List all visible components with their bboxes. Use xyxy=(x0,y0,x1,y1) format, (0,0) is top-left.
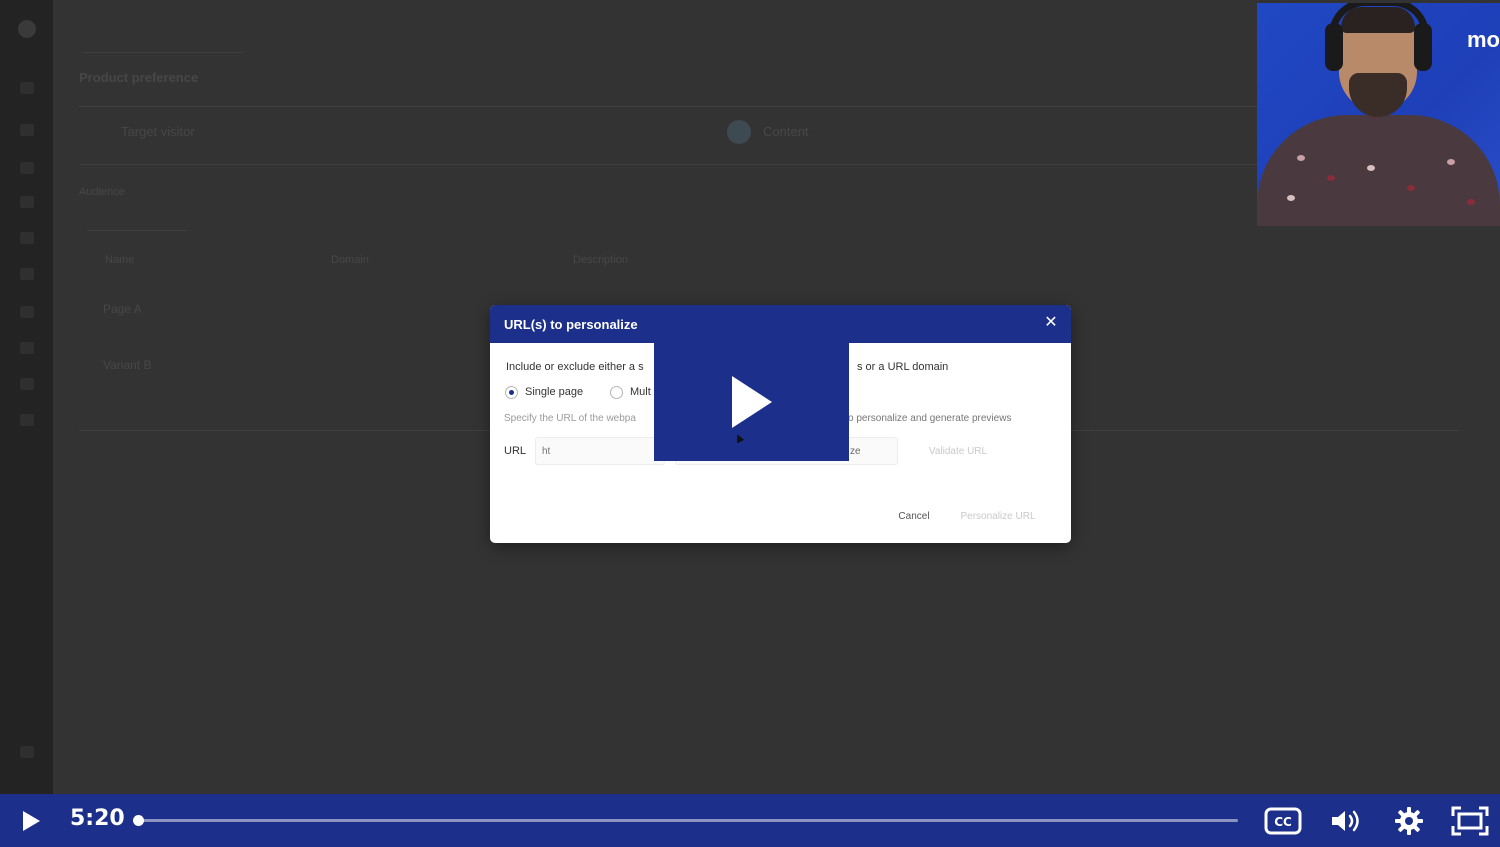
cancel-button[interactable]: Cancel xyxy=(888,505,940,527)
big-play-button[interactable] xyxy=(654,342,849,461)
table-row: Variant B xyxy=(103,358,152,372)
play-icon xyxy=(731,375,772,428)
option-content: Content xyxy=(763,124,809,139)
brand-text: mo xyxy=(1467,27,1500,52)
search-icon xyxy=(20,82,34,94)
play-icon xyxy=(23,811,40,831)
shirt-pattern xyxy=(1447,159,1455,165)
target-icon xyxy=(20,268,34,280)
gear-icon xyxy=(1395,807,1423,835)
validate-url-button[interactable]: Validate URL xyxy=(908,437,1008,465)
close-icon[interactable]: ✕ xyxy=(1042,314,1060,332)
url-label: URL xyxy=(504,445,527,457)
url-hint: Specify the URL of the webpa xyxy=(504,413,636,424)
collapse-icon xyxy=(20,746,34,758)
shirt-pattern xyxy=(1287,195,1295,201)
video-player[interactable]: Product preference Target visitor Conten… xyxy=(0,0,1500,847)
list-icon xyxy=(20,414,34,426)
content-avatar-icon xyxy=(727,120,751,144)
dialog-header: URL(s) to personalize ✕ xyxy=(490,305,1071,343)
folder-icon xyxy=(20,124,34,136)
progress-bar[interactable] xyxy=(133,815,1238,826)
table-header: Domain xyxy=(331,254,369,266)
dialog-title: URL(s) to personalize xyxy=(504,317,638,332)
volume-icon xyxy=(1332,810,1359,832)
multiple-pages-radio[interactable] xyxy=(610,386,623,399)
headphone-right xyxy=(1414,23,1432,71)
app-logo-icon xyxy=(18,20,36,38)
presenter-webcam: mo xyxy=(1257,3,1500,226)
section-title: Product preference xyxy=(79,70,199,85)
dialog-description: Include or exclude either a s xyxy=(506,361,644,373)
divider xyxy=(79,164,1459,165)
divider xyxy=(83,52,243,53)
tag-icon xyxy=(20,378,34,390)
shirt-pattern xyxy=(1467,199,1475,205)
divider xyxy=(79,106,1459,107)
calendar-icon xyxy=(20,232,34,244)
play-button[interactable] xyxy=(12,802,50,840)
dialog-description-end: s or a URL domain xyxy=(857,361,949,373)
single-page-label: Single page xyxy=(525,386,584,398)
table-header: Name xyxy=(105,254,135,266)
app-left-rail xyxy=(0,0,53,794)
table-row: Page A xyxy=(103,302,142,316)
shirt-pattern xyxy=(1367,165,1375,171)
send-icon xyxy=(20,306,34,318)
sub-heading: Audience xyxy=(79,186,125,198)
player-control-bar: 5:20 CC xyxy=(0,794,1500,847)
document-icon xyxy=(20,342,34,354)
closed-captions-icon: CC xyxy=(1264,807,1302,835)
shirt-pattern xyxy=(1327,175,1335,181)
match-mode-value: ze xyxy=(850,446,861,457)
shirt-pattern xyxy=(1407,185,1415,191)
progress-handle[interactable] xyxy=(133,815,145,826)
volume-button[interactable] xyxy=(1327,802,1365,840)
shirt-pattern xyxy=(1297,155,1305,161)
fullscreen-button[interactable] xyxy=(1451,802,1489,840)
globe-icon xyxy=(20,196,34,208)
table-header: Description xyxy=(573,254,629,266)
closed-captions-button[interactable]: CC xyxy=(1264,802,1302,840)
personalize-url-button[interactable]: Personalize URL xyxy=(950,505,1046,527)
multiple-pages-label: Mult xyxy=(630,386,651,398)
svg-text:CC: CC xyxy=(1274,815,1292,829)
fullscreen-icon xyxy=(1451,806,1489,836)
single-page-radio[interactable] xyxy=(505,386,518,399)
settings-button[interactable] xyxy=(1390,802,1428,840)
url-hint-end: o personalize and generate previews xyxy=(848,413,1012,424)
chart-icon xyxy=(20,162,34,174)
divider xyxy=(87,230,187,231)
option-target-visitor: Target visitor xyxy=(121,124,195,139)
headphone-left xyxy=(1325,23,1343,71)
url-input[interactable] xyxy=(535,437,665,465)
current-time: 5:20 xyxy=(70,806,125,831)
